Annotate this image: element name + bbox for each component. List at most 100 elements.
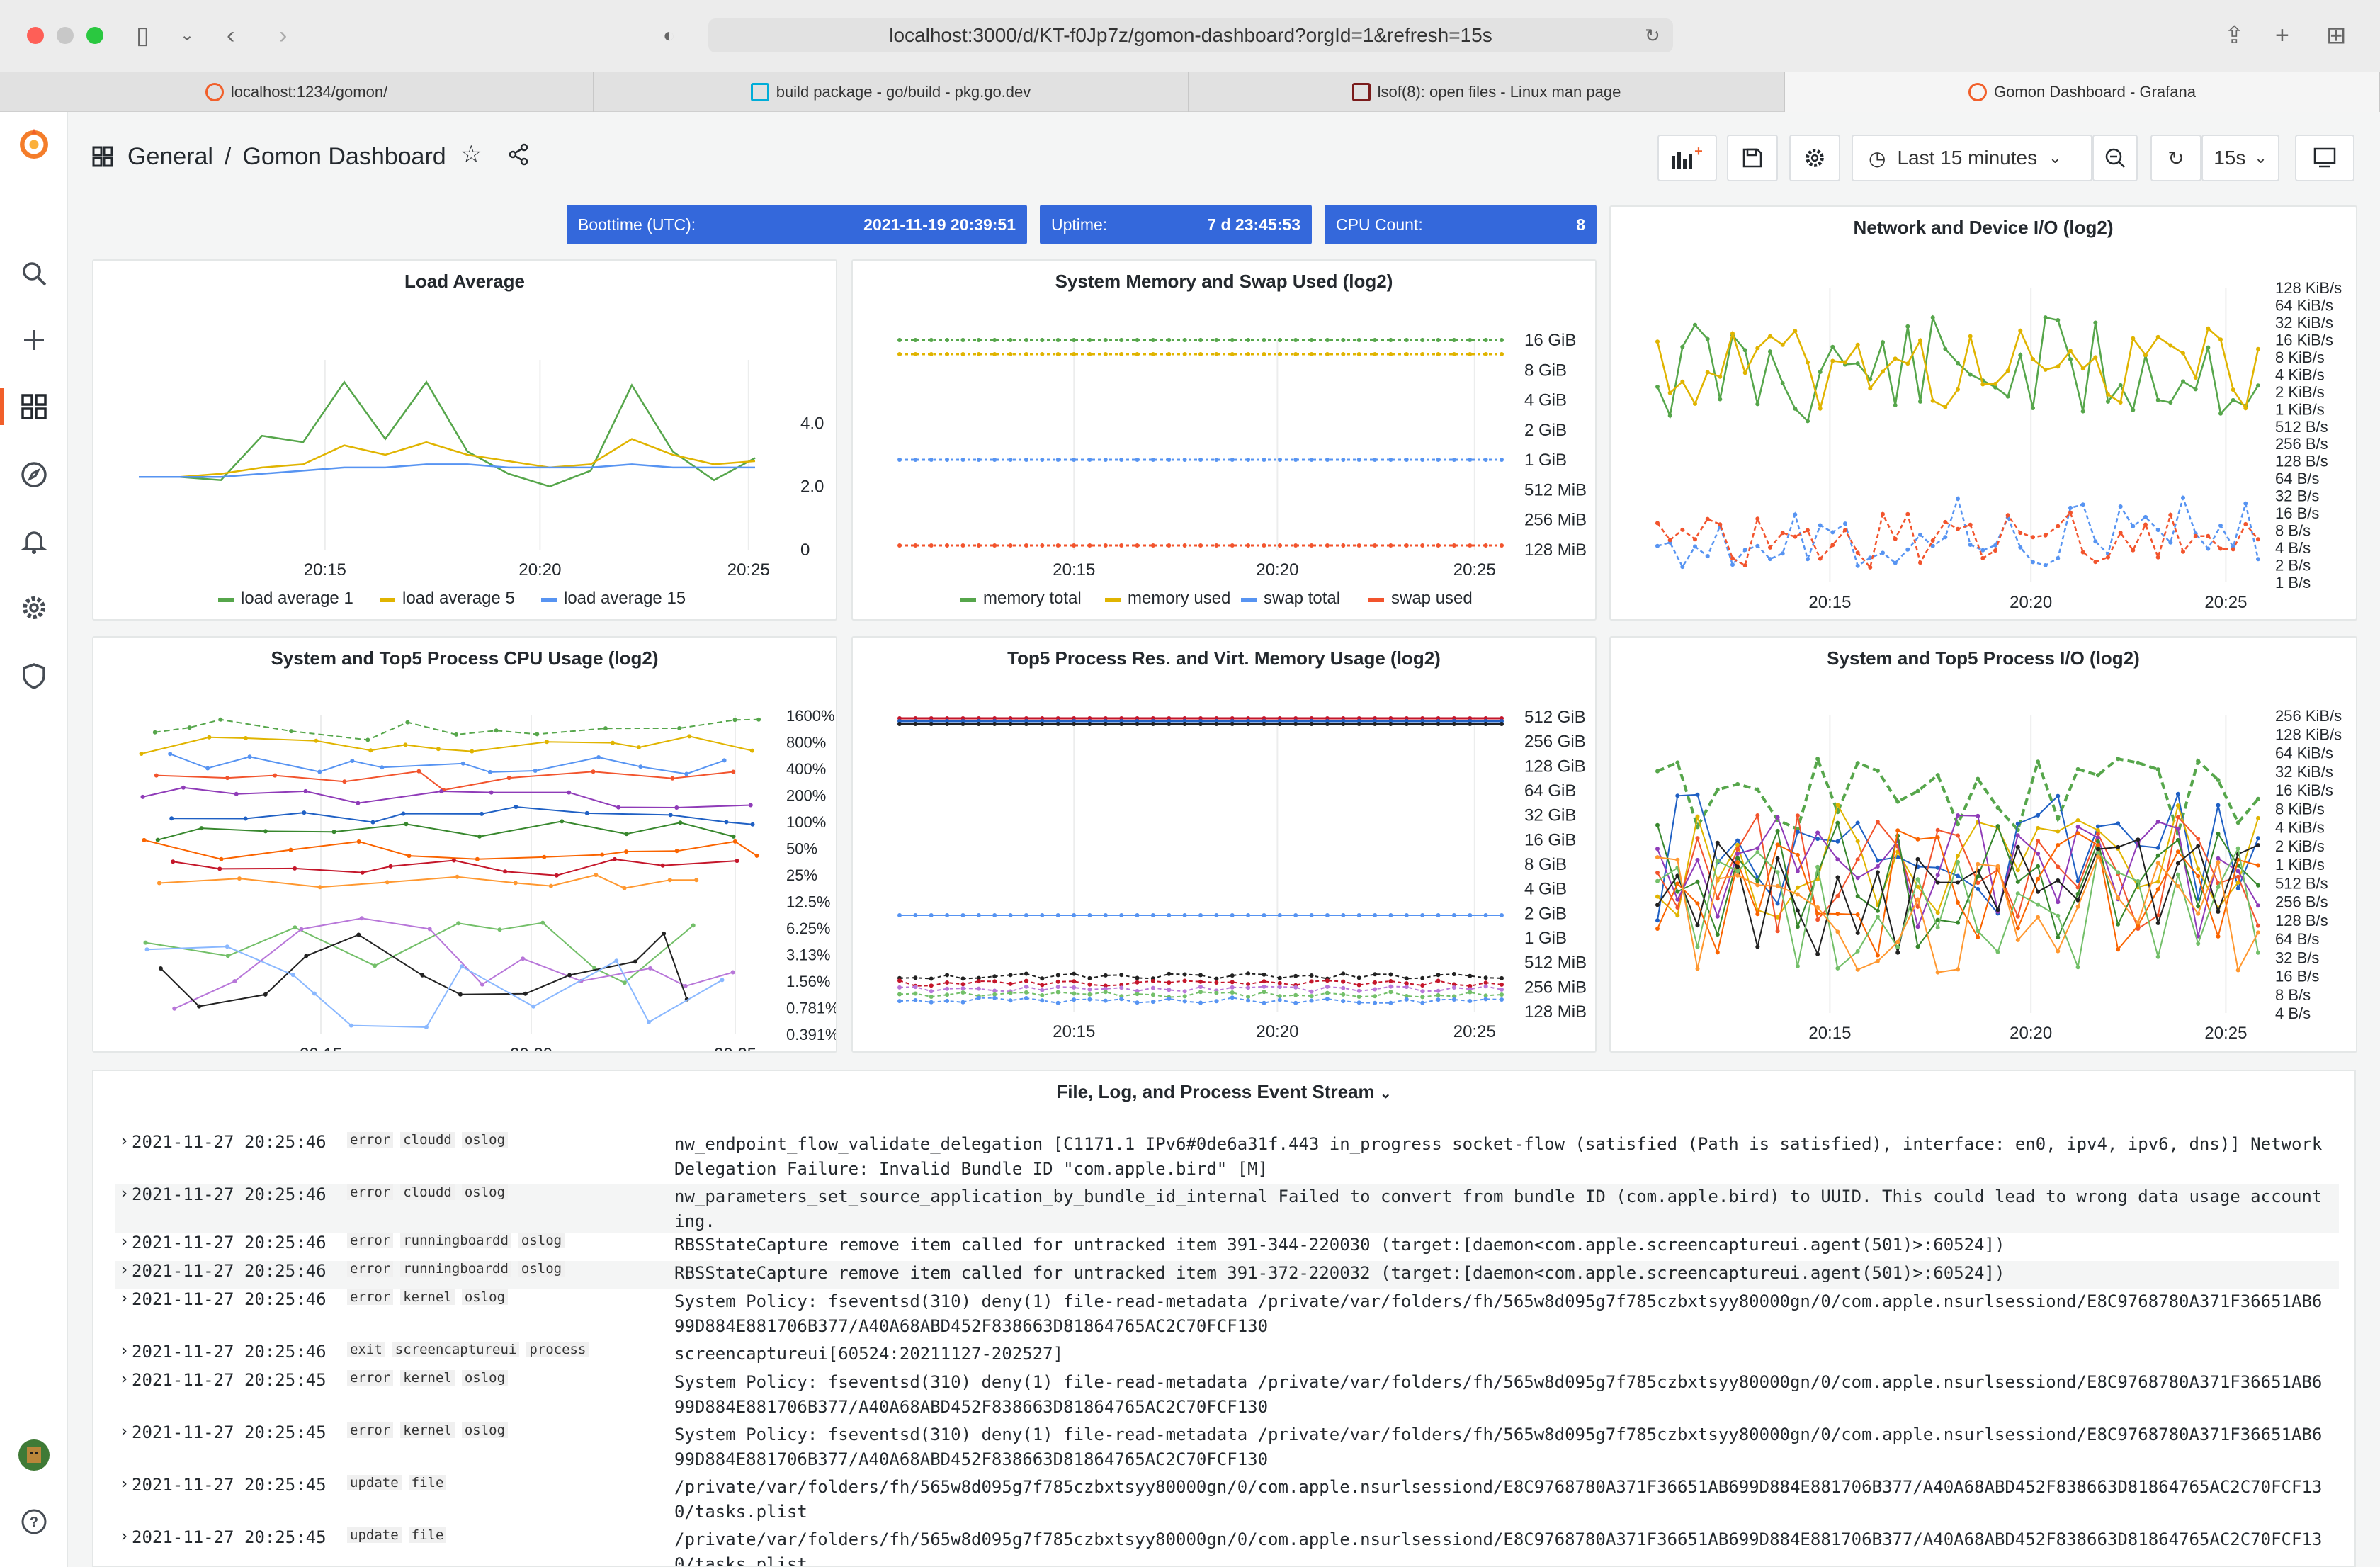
log-tag[interactable]: error — [347, 1261, 394, 1277]
panel-cpu-usage[interactable]: System and Top5 Process CPU Usage (log2)… — [92, 636, 837, 1053]
data-point — [897, 543, 902, 548]
log-tag[interactable]: oslog — [518, 1261, 565, 1277]
expand-chevron-icon[interactable]: › — [119, 1421, 129, 1441]
log-row[interactable]: › 2021-11-27 20:25:45 error kernel oslog Syst… — [115, 1421, 2339, 1475]
log-row[interactable]: › 2021-11-27 20:25:46 error kernel oslog Syst… — [115, 1288, 2339, 1342]
page-title[interactable]: Gomon Dashboard — [242, 143, 446, 171]
search-icon[interactable] — [16, 255, 52, 292]
add-panel-button[interactable]: + — [1658, 135, 1717, 181]
log-tag[interactable]: error — [347, 1289, 394, 1305]
log-tag[interactable]: kernel — [400, 1289, 455, 1305]
privacy-shield-icon[interactable]: ◐ — [663, 18, 675, 52]
log-tag[interactable]: error — [347, 1233, 394, 1248]
tab-gomon-local[interactable]: localhost:1234/gomon/ — [0, 72, 594, 112]
panel-title[interactable]: File, Log, and Process Event Stream ⌄ — [94, 1081, 2354, 1103]
log-tag[interactable]: update — [347, 1475, 402, 1490]
settings-gear-icon[interactable] — [16, 589, 52, 626]
log-row[interactable]: › 2021-11-27 20:25:46 error cloudd oslog nw_e… — [115, 1131, 2339, 1184]
log-tag[interactable]: file — [408, 1527, 447, 1543]
back-icon[interactable]: ‹ — [227, 18, 234, 52]
close-window-button[interactable] — [27, 27, 44, 44]
expand-chevron-icon[interactable]: › — [119, 1340, 129, 1360]
expand-chevron-icon[interactable]: › — [119, 1473, 129, 1493]
panel-load-average[interactable]: Load Average 20:15 20:20 20:25 0 2.0 4.0 load … — [92, 259, 837, 621]
user-avatar[interactable] — [16, 1437, 52, 1473]
log-tag[interactable]: kernel — [400, 1370, 455, 1386]
log-tag[interactable]: exit — [347, 1342, 385, 1357]
log-row[interactable]: › 2021-11-27 20:25:45 error kernel oslog Syst… — [115, 1369, 2339, 1422]
panel-process-memory[interactable]: Top5 Process Res. and Virt. Memory Usage… — [851, 636, 1597, 1053]
explore-compass-icon[interactable] — [16, 456, 52, 493]
expand-chevron-icon[interactable]: › — [119, 1526, 129, 1546]
minimize-window-button[interactable] — [57, 27, 74, 44]
log-tag[interactable]: file — [408, 1475, 447, 1490]
grafana-logo-icon[interactable] — [16, 126, 52, 163]
log-row[interactable]: › 2021-11-27 20:25:46 error cloudd oslog nw_p… — [115, 1183, 2339, 1233]
tab-lsof-man[interactable]: lsof(8): open files - Linux man page — [1189, 72, 1785, 112]
stat-cpu-count[interactable]: CPU Count: 8 — [1325, 205, 1597, 244]
log-row[interactable]: › 2021-11-27 20:25:45 update file/private/v… — [115, 1473, 2339, 1527]
dashboard-settings-button[interactable] — [1789, 135, 1840, 181]
log-tag[interactable]: runningboardd — [400, 1261, 511, 1277]
log-tag[interactable]: oslog — [461, 1289, 509, 1305]
log-row[interactable]: › 2021-11-27 20:25:46 error runningboardd os… — [115, 1231, 2339, 1261]
zoom-out-button[interactable] — [2092, 135, 2138, 181]
expand-chevron-icon[interactable]: › — [119, 1369, 129, 1388]
time-range-picker[interactable]: ◷ Last 15 minutes ⌄ — [1852, 135, 2092, 181]
breadcrumb-folder[interactable]: General — [128, 143, 213, 171]
expand-chevron-icon[interactable]: › — [119, 1231, 129, 1251]
log-tag[interactable]: error — [347, 1132, 394, 1148]
stat-boottime[interactable]: Boottime (UTC): 2021-11-19 20:39:51 — [567, 205, 1027, 244]
stat-uptime[interactable]: Uptime: 7 d 23:45:53 — [1040, 205, 1312, 244]
panel-memory-swap[interactable]: System Memory and Swap Used (log2) 20:15… — [851, 259, 1597, 621]
panel-network-io[interactable]: Network and Device I/O (log2) 20:15 20:20… — [1609, 205, 2357, 621]
log-tag[interactable]: cloudd — [400, 1132, 455, 1148]
expand-chevron-icon[interactable]: › — [119, 1131, 129, 1150]
sidebar-toggle-icon[interactable]: ▯ — [136, 18, 149, 52]
log-tag[interactable]: oslog — [461, 1422, 509, 1438]
expand-chevron-icon[interactable]: › — [119, 1260, 129, 1279]
data-point — [1072, 991, 1077, 996]
tab-overview-icon[interactable]: ⊞ — [2326, 18, 2347, 52]
expand-chevron-icon[interactable]: › — [119, 1288, 129, 1308]
log-tag[interactable]: runningboardd — [400, 1233, 511, 1248]
log-tag[interactable]: oslog — [461, 1370, 509, 1386]
log-tag[interactable]: error — [347, 1184, 394, 1200]
tv-mode-button[interactable] — [2295, 135, 2354, 181]
expand-chevron-icon[interactable]: › — [119, 1183, 129, 1203]
star-icon[interactable]: ☆ — [460, 140, 482, 169]
alerting-bell-icon[interactable] — [16, 523, 52, 560]
log-tag[interactable]: cloudd — [400, 1184, 455, 1200]
dashboards-grid-icon[interactable] — [16, 388, 52, 425]
log-row[interactable]: › 2021-11-27 20:25:46 error runningboardd os… — [115, 1260, 2339, 1289]
panel-event-stream[interactable]: File, Log, and Process Event Stream ⌄ › 2… — [92, 1070, 2356, 1567]
log-tag[interactable]: oslog — [461, 1132, 509, 1148]
tab-grafana[interactable]: Gomon Dashboard - Grafana — [1785, 72, 2380, 112]
help-icon[interactable]: ? — [16, 1503, 52, 1540]
log-tag[interactable]: oslog — [518, 1233, 565, 1248]
log-tag[interactable]: kernel — [400, 1422, 455, 1438]
log-tag[interactable]: oslog — [461, 1184, 509, 1200]
zoom-window-button[interactable] — [86, 27, 103, 44]
panel-process-io[interactable]: System and Top5 Process I/O (log2) 20:15… — [1609, 636, 2357, 1053]
forward-icon[interactable]: › — [279, 18, 287, 52]
server-admin-shield-icon[interactable] — [16, 657, 52, 694]
log-tag[interactable]: screencaptureui — [392, 1342, 520, 1357]
log-tag[interactable]: update — [347, 1527, 402, 1543]
address-bar[interactable]: localhost:3000/d/KT-f0Jp7z/gomon-dashboa… — [708, 18, 1673, 52]
new-tab-icon[interactable]: + — [2275, 18, 2289, 52]
log-tag[interactable]: process — [526, 1342, 589, 1357]
tab-go-build[interactable]: build package - go/build - pkg.go.dev — [594, 72, 1189, 112]
create-plus-icon[interactable] — [16, 322, 52, 358]
refresh-interval-picker[interactable]: 15s ⌄ — [2202, 135, 2279, 181]
log-tag[interactable]: error — [347, 1422, 394, 1438]
chevron-down-icon[interactable]: ⌄ — [180, 18, 194, 52]
log-row[interactable]: › 2021-11-27 20:25:46 exit screencaptureui p… — [115, 1340, 2339, 1370]
share-icon[interactable] — [507, 143, 530, 169]
share-icon[interactable]: ⇪ — [2224, 18, 2245, 52]
refresh-button[interactable]: ↻ — [2150, 135, 2202, 181]
log-tag[interactable]: error — [347, 1370, 394, 1386]
save-dashboard-button[interactable] — [1727, 135, 1778, 181]
log-row[interactable]: › 2021-11-27 20:25:45 update file/private/v… — [115, 1526, 2339, 1566]
reload-icon[interactable]: ↻ — [1645, 18, 1660, 52]
